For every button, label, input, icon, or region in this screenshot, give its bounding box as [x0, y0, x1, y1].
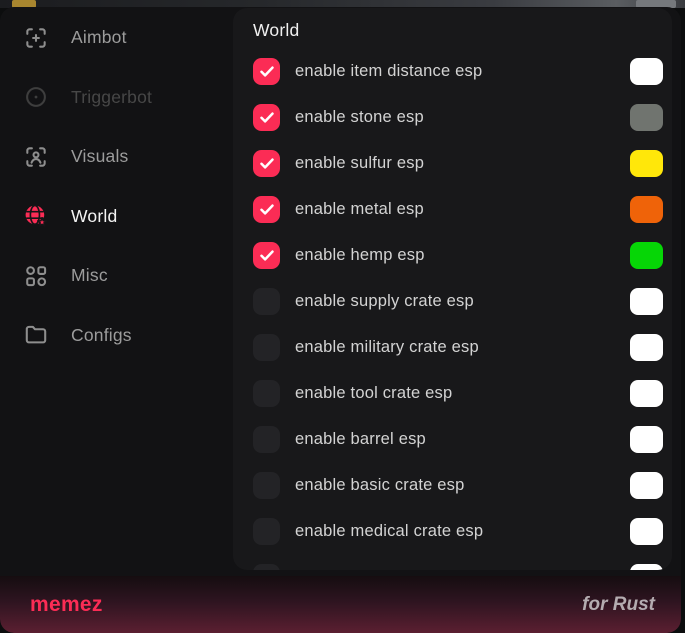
esp-option-label: enable military crate esp [295, 338, 479, 357]
sidebar-item-visuals[interactable]: Visuals [0, 127, 233, 187]
esp-option-label: enable hemp esp [295, 246, 425, 265]
esp-checkbox[interactable] [253, 472, 280, 499]
esp-color-swatch[interactable] [630, 196, 663, 223]
esp-checkbox[interactable] [253, 518, 280, 545]
esp-checkbox[interactable] [253, 334, 280, 361]
circle-dot-icon [23, 84, 49, 110]
esp-color-swatch[interactable] [630, 150, 663, 177]
check-icon [260, 158, 274, 169]
check-icon [260, 204, 274, 215]
esp-option-list: enable item distance esp enable stone es… [253, 48, 663, 570]
app-window: Aimbot Triggerbot Visuals World Misc [0, 0, 685, 633]
crosshair-icon [23, 25, 49, 51]
esp-option-label: enable supply crate esp [295, 292, 474, 311]
esp-option-row: enable stone esp [253, 94, 663, 140]
grid-mixed-icon [23, 263, 49, 289]
esp-option-row: enable military crate esp [253, 324, 663, 370]
esp-color-swatch[interactable] [630, 472, 663, 499]
esp-option-row: enable hemp esp [253, 232, 663, 278]
esp-color-swatch[interactable] [630, 518, 663, 545]
scan-person-icon [23, 144, 49, 170]
esp-color-swatch[interactable] [630, 334, 663, 361]
esp-option-row [253, 554, 663, 570]
sidebar-item-label: Visuals [71, 146, 129, 167]
esp-checkbox[interactable] [253, 380, 280, 407]
brand-label: memez [30, 593, 103, 617]
sidebar: Aimbot Triggerbot Visuals World Misc [0, 8, 233, 365]
esp-option-row: enable barrel esp [253, 416, 663, 462]
esp-checkbox[interactable] [253, 58, 280, 85]
esp-option-label: enable barrel esp [295, 430, 426, 449]
esp-option-label: enable item distance esp [295, 62, 482, 81]
esp-color-swatch[interactable] [630, 380, 663, 407]
sidebar-item-label: Triggerbot [71, 87, 152, 108]
esp-option-row: enable sulfur esp [253, 140, 663, 186]
sidebar-item-configs[interactable]: Configs [0, 306, 233, 366]
cheat-menu-window: Aimbot Triggerbot Visuals World Misc [0, 7, 681, 633]
esp-option-label: enable medical crate esp [295, 522, 483, 541]
sidebar-item-label: Misc [71, 265, 108, 286]
check-icon [260, 250, 274, 261]
esp-checkbox[interactable] [253, 104, 280, 131]
esp-option-row: enable supply crate esp [253, 278, 663, 324]
esp-option-row: enable metal esp [253, 186, 663, 232]
esp-checkbox[interactable] [253, 564, 280, 571]
tagline-label: for Rust [582, 594, 655, 616]
esp-color-swatch[interactable] [630, 288, 663, 315]
sidebar-item-misc[interactable]: Misc [0, 246, 233, 306]
esp-option-row: enable basic crate esp [253, 462, 663, 508]
esp-option-label: enable metal esp [295, 200, 424, 219]
esp-option-label: enable sulfur esp [295, 154, 424, 173]
esp-option-label: enable basic crate esp [295, 476, 465, 495]
esp-color-swatch[interactable] [630, 58, 663, 85]
esp-option-row: enable medical crate esp [253, 508, 663, 554]
check-icon [260, 66, 274, 77]
esp-checkbox[interactable] [253, 242, 280, 269]
esp-color-swatch[interactable] [630, 104, 663, 131]
folder-icon [23, 322, 49, 348]
esp-option-label: enable tool crate esp [295, 384, 452, 403]
globe-star-icon [23, 203, 49, 229]
panel-title: World [253, 17, 663, 43]
sidebar-item-label: Configs [71, 325, 132, 346]
sidebar-item-label: Aimbot [71, 27, 127, 48]
sidebar-item-world[interactable]: World [0, 187, 233, 247]
esp-checkbox[interactable] [253, 288, 280, 315]
check-icon [260, 112, 274, 123]
esp-option-row: enable item distance esp [253, 48, 663, 94]
esp-color-swatch[interactable] [630, 426, 663, 453]
footer: memez for Rust [0, 576, 681, 633]
esp-option-row: enable tool crate esp [253, 370, 663, 416]
sidebar-item-aimbot[interactable]: Aimbot [0, 8, 233, 68]
sidebar-item-label: World [71, 206, 117, 227]
esp-checkbox[interactable] [253, 426, 280, 453]
esp-color-swatch[interactable] [630, 242, 663, 269]
esp-checkbox[interactable] [253, 196, 280, 223]
world-panel: World enable item distance esp enable st… [233, 8, 672, 570]
esp-checkbox[interactable] [253, 150, 280, 177]
sidebar-item-triggerbot[interactable]: Triggerbot [0, 68, 233, 128]
esp-option-label: enable stone esp [295, 108, 424, 127]
esp-color-swatch[interactable] [630, 564, 663, 571]
